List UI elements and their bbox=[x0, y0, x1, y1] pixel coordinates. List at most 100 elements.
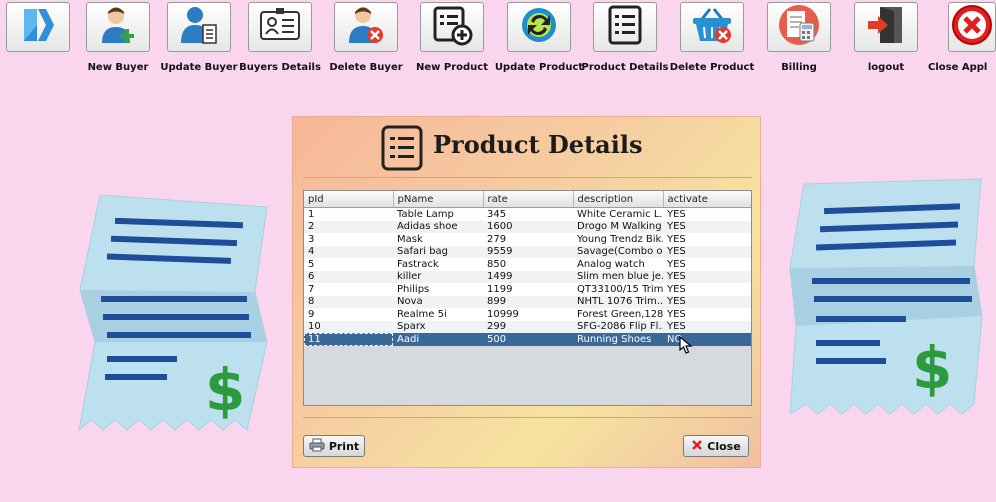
table-row[interactable]: 6 killer 1499 Slim men blue je... YES bbox=[304, 270, 751, 284]
new-buyer-button[interactable] bbox=[86, 2, 150, 52]
table-cell[interactable]: 1499 bbox=[483, 271, 573, 284]
table-cell[interactable]: Analog watch bbox=[573, 258, 663, 271]
billing-button[interactable] bbox=[767, 2, 831, 52]
print-button[interactable]: Print bbox=[303, 435, 365, 457]
table-cell[interactable]: Young Trendz Bik... bbox=[573, 233, 663, 246]
table-cell[interactable]: 9559 bbox=[483, 246, 573, 259]
table-cell[interactable]: Nova bbox=[393, 296, 483, 309]
table-cell[interactable]: Savage(Combo o... bbox=[573, 246, 663, 259]
table-cell[interactable]: Aadi bbox=[393, 333, 483, 346]
table-cell[interactable]: SFG-2086 Flip Fl... bbox=[573, 321, 663, 334]
sidebar-toggle-icon bbox=[16, 3, 60, 51]
table-cell[interactable]: 10999 bbox=[483, 308, 573, 321]
table-cell[interactable]: 500 bbox=[483, 333, 573, 346]
table-cell[interactable]: YES bbox=[663, 258, 751, 271]
column-header-description[interactable]: description bbox=[573, 191, 664, 208]
table-cell[interactable]: 10 bbox=[304, 321, 393, 334]
table-cell[interactable]: NHTL 1076 Trim... bbox=[573, 296, 663, 309]
delete-buyer-button[interactable] bbox=[334, 2, 398, 52]
table-cell[interactable]: 6 bbox=[304, 271, 393, 284]
id-card-icon bbox=[258, 3, 302, 51]
logout-door-icon bbox=[864, 3, 908, 51]
table-cell[interactable]: Slim men blue je... bbox=[573, 271, 663, 284]
table-cell[interactable]: YES bbox=[663, 208, 751, 221]
table-cell[interactable]: Safari bag bbox=[393, 246, 483, 259]
table-cell[interactable]: YES bbox=[663, 321, 751, 334]
table-cell[interactable]: Fastrack bbox=[393, 258, 483, 271]
table-row[interactable]: 3 Mask 279 Young Trendz Bik... YES bbox=[304, 233, 751, 246]
table-cell[interactable]: QT33100/15 Trim... bbox=[573, 283, 663, 296]
table-cell[interactable]: Mask bbox=[393, 233, 483, 246]
buyers-details-button[interactable] bbox=[248, 2, 312, 52]
divider bbox=[303, 417, 752, 418]
table-row[interactable]: 5 Fastrack 850 Analog watch YES bbox=[304, 258, 751, 271]
table-cell[interactable]: 9 bbox=[304, 308, 393, 321]
table-cell[interactable]: 11 bbox=[304, 333, 393, 346]
table-cell[interactable]: Drogo M Walking ... bbox=[573, 221, 663, 234]
update-product-button[interactable] bbox=[507, 2, 571, 52]
add-user-icon bbox=[96, 3, 140, 51]
divider bbox=[303, 177, 752, 178]
table-row[interactable]: 8 Nova 899 NHTL 1076 Trim... YES bbox=[304, 295, 751, 309]
table-cell[interactable]: 299 bbox=[483, 321, 573, 334]
table-cell[interactable]: YES bbox=[663, 271, 751, 284]
table-cell[interactable]: Forest Green,128... bbox=[573, 308, 663, 321]
table-cell[interactable]: Philips bbox=[393, 283, 483, 296]
table-cell[interactable]: Sparx bbox=[393, 321, 483, 334]
table-row[interactable]: 10 Sparx 299 SFG-2086 Flip Fl... YES bbox=[304, 320, 751, 334]
table-cell[interactable]: 2 bbox=[304, 221, 393, 234]
table-cell[interactable]: 850 bbox=[483, 258, 573, 271]
list-icon bbox=[603, 3, 647, 51]
table-cell[interactable]: YES bbox=[663, 246, 751, 259]
product-table[interactable]: pId pName rate description activate 1 Tab… bbox=[303, 190, 752, 406]
table-cell[interactable]: 7 bbox=[304, 283, 393, 296]
close-app-button[interactable] bbox=[948, 2, 996, 52]
delete-product-button[interactable] bbox=[680, 2, 744, 52]
table-cell[interactable]: 1 bbox=[304, 208, 393, 221]
table-row[interactable]: 2Adidas shoe1600Drogo M Walking ...YES bbox=[304, 220, 751, 234]
table-body: 1 Table Lamp 345 White Ceramic L... YES 2 Adid… bbox=[304, 207, 751, 346]
table-cell[interactable]: Table Lamp bbox=[393, 208, 483, 221]
logout-button[interactable] bbox=[854, 2, 918, 52]
page-title: Product Details bbox=[433, 130, 643, 159]
table-cell[interactable]: 345 bbox=[483, 208, 573, 221]
table-header-row: pId pName rate description activate bbox=[304, 191, 751, 208]
list-icon bbox=[381, 125, 423, 171]
table-cell[interactable]: Adidas shoe bbox=[393, 221, 483, 234]
table-row[interactable]: 7Philips1199QT33100/15 Trim...YES bbox=[304, 283, 751, 296]
new-product-button[interactable] bbox=[420, 2, 484, 52]
column-header-activate[interactable]: activate bbox=[663, 191, 751, 208]
table-cell[interactable]: 5 bbox=[304, 258, 393, 271]
table-row[interactable]: 4 Safari bag 9559 Savage(Combo o... YES bbox=[304, 245, 751, 259]
table-cell[interactable]: 8 bbox=[304, 296, 393, 309]
table-cell[interactable]: NO bbox=[663, 333, 751, 346]
table-row[interactable]: 1 Table Lamp 345 White Ceramic L... YES bbox=[304, 207, 751, 221]
print-label: Print bbox=[328, 439, 360, 453]
column-header-rate[interactable]: rate bbox=[483, 191, 574, 208]
table-cell[interactable]: 1199 bbox=[483, 283, 573, 296]
update-buyer-button[interactable] bbox=[167, 2, 231, 52]
table-cell[interactable]: YES bbox=[663, 308, 751, 321]
table-cell[interactable]: YES bbox=[663, 283, 751, 296]
product-details-button[interactable] bbox=[593, 2, 657, 52]
table-cell[interactable]: White Ceramic L... bbox=[573, 208, 663, 221]
table-cell[interactable]: Realme 5i bbox=[393, 308, 483, 321]
product-details-panel: Product Details pId pName rate descripti… bbox=[292, 116, 761, 468]
sidebar-toggle-button[interactable] bbox=[6, 2, 70, 52]
table-row[interactable]: 9Realme 5i10999Forest Green,128...YES bbox=[304, 308, 751, 321]
table-cell[interactable]: killer bbox=[393, 271, 483, 284]
printer-icon bbox=[309, 438, 325, 455]
table-cell[interactable]: YES bbox=[663, 296, 751, 309]
billing-icon bbox=[777, 3, 821, 51]
table-cell[interactable]: 1600 bbox=[483, 221, 573, 234]
table-cell[interactable]: YES bbox=[663, 221, 751, 234]
column-header-pid[interactable]: pId bbox=[304, 191, 394, 208]
table-cell[interactable]: Running Shoes bbox=[573, 333, 663, 346]
table-cell[interactable]: 279 bbox=[483, 233, 573, 246]
table-cell[interactable]: 3 bbox=[304, 233, 393, 246]
table-cell[interactable]: YES bbox=[663, 233, 751, 246]
table-cell[interactable]: 899 bbox=[483, 296, 573, 309]
column-header-pname[interactable]: pName bbox=[393, 191, 484, 208]
close-button[interactable]: Close bbox=[683, 435, 749, 457]
table-cell[interactable]: 4 bbox=[304, 246, 393, 259]
